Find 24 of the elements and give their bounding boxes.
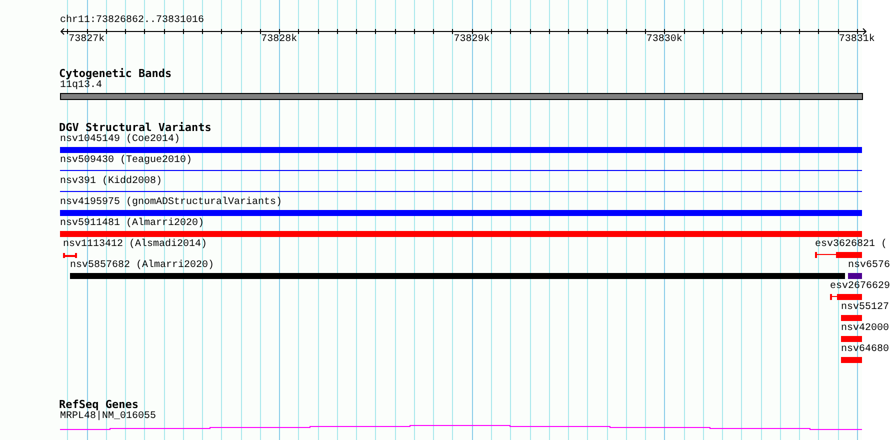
variant-label: nsv509430 (Teague2010) [60, 155, 192, 166]
tick-label: 73830k [646, 34, 682, 45]
band-label: 11q13.4 [60, 80, 102, 91]
variant-label: nsv55127 [841, 302, 890, 313]
track-title: Cytogenetic Bands [59, 67, 172, 80]
tick-label: 73828k [261, 34, 298, 45]
variant-label: nsv42000 [841, 323, 890, 334]
track-title: DGV Structural Variants [59, 121, 212, 134]
gene-label: MRPL48|NM_016055 [60, 411, 156, 422]
variant-label: nsv4195975 (gnomADStructuralVariants) [60, 197, 282, 208]
tick-label: 73831k [838, 34, 875, 45]
track-title: RefSeq Genes [59, 398, 138, 411]
variant-label: nsv6576 [848, 260, 890, 271]
variant-label: esv2676629 [830, 281, 890, 292]
variant-label: nsv64680 [841, 344, 890, 355]
variant-label: esv3626821 ( [815, 239, 888, 250]
tick-label: 73827k [68, 34, 105, 45]
variant-label: nsv5911481 (Almarri2020) [60, 218, 204, 229]
variant-label: nsv5857682 (Almarri2020) [70, 260, 214, 271]
variant-label: nsv1045149 (Coe2014) [60, 134, 180, 145]
variant-label: nsv1113412 (Alsmadi2014) [63, 239, 208, 250]
tick-label: 73829k [454, 34, 490, 45]
location-label: chr11:73826862..73831016 [60, 15, 204, 26]
variant-label: nsv391 (Kidd2008) [60, 176, 162, 187]
